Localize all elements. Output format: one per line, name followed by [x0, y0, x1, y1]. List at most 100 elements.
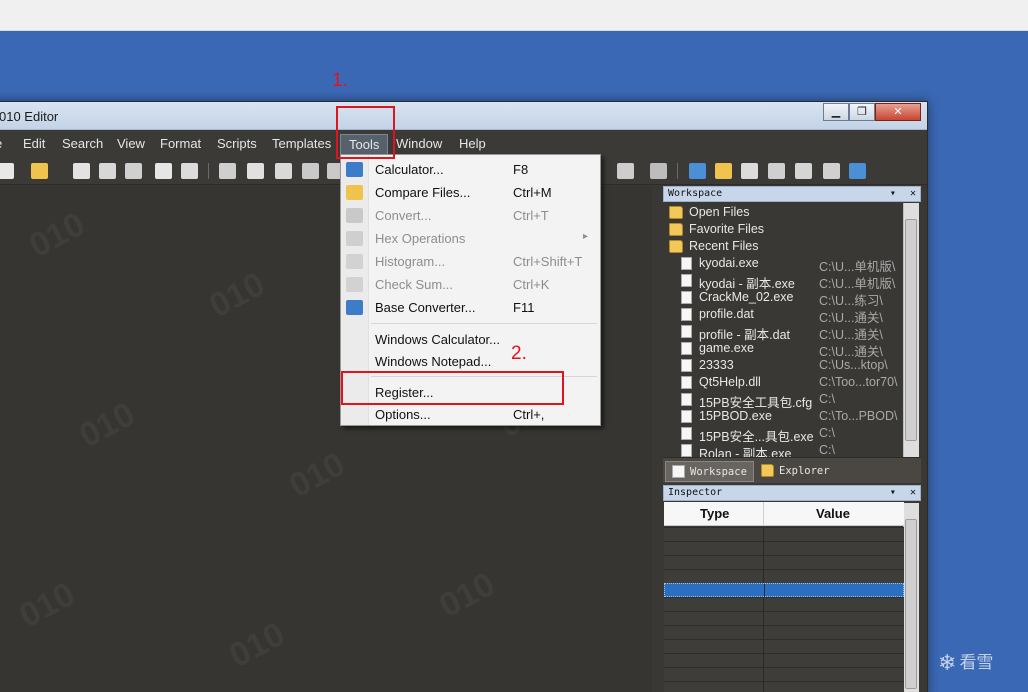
calculator-tb-icon[interactable]	[689, 163, 706, 179]
inspector-row[interactable]	[664, 625, 904, 640]
close-all-icon[interactable]	[181, 163, 198, 179]
recent-file-item[interactable]: 15PB安全工具包.cfg C:\	[665, 391, 903, 410]
recent-file-item[interactable]: kyodai - 副本.exe C:\U...单机版\	[665, 272, 903, 291]
file-icon	[681, 291, 692, 304]
inspector-row[interactable]	[664, 569, 904, 584]
chevron-down-icon[interactable]: ▾	[890, 188, 896, 199]
recent-file-item[interactable]: CrackMe_02.exe C:\U...练习\	[665, 289, 903, 308]
base-converter-tb-icon[interactable]	[849, 163, 866, 179]
menu-item-options[interactable]: Options... Ctrl+,	[341, 403, 600, 426]
save-as-icon[interactable]	[99, 163, 116, 179]
recent-file-item[interactable]: 15PB安全...具包.exe C:\	[665, 425, 903, 444]
workspace-header: Workspace ▾ ✕	[663, 186, 921, 202]
histogram-tb-icon[interactable]	[795, 163, 812, 179]
column-divider	[763, 668, 764, 682]
inspector-row[interactable]	[664, 527, 904, 542]
inspector-row[interactable]	[664, 681, 904, 692]
save-all-icon[interactable]	[125, 163, 142, 179]
convert-tb-icon[interactable]	[741, 163, 758, 179]
chevron-down-icon[interactable]: ▾	[890, 487, 896, 498]
inspector-scrollbar[interactable]	[903, 503, 919, 692]
close-button[interactable]: ✕	[875, 103, 921, 121]
paste-icon[interactable]	[275, 163, 292, 179]
recent-file-item[interactable]: 15PBOD.exe C:\To...PBOD\	[665, 408, 903, 425]
compare-tb-icon[interactable]	[715, 163, 732, 179]
workspace-scrollbar[interactable]	[903, 203, 919, 457]
menu-edit[interactable]: Edit	[23, 136, 45, 151]
tab-workspace[interactable]: Workspace	[665, 461, 754, 482]
inspector-row[interactable]	[664, 667, 904, 682]
cut-icon[interactable]	[219, 163, 236, 179]
editor-watermark: 010	[283, 444, 352, 506]
menu-search[interactable]: Search	[62, 136, 103, 151]
columns-icon[interactable]	[617, 163, 634, 179]
minimize-button[interactable]: ▁	[823, 103, 849, 121]
open-folder-icon[interactable]	[31, 163, 48, 179]
menu-item-hex-operations[interactable]: Hex Operations ▸	[341, 227, 600, 250]
recent-file-item[interactable]: kyodai.exe C:\U...单机版\	[665, 255, 903, 274]
menu-item-label: Compare Files...	[375, 185, 471, 200]
tree-group-open-files[interactable]: Open Files	[665, 204, 903, 221]
menu-item-check-sum[interactable]: Check Sum... Ctrl+K	[341, 273, 600, 296]
menu-view[interactable]: View	[117, 136, 145, 151]
menu-item-compare-files[interactable]: Compare Files... Ctrl+M	[341, 181, 600, 204]
inspector-row[interactable]	[664, 611, 904, 626]
workspace-scroll-thumb[interactable]	[905, 219, 917, 441]
menu-item-calculator[interactable]: Calculator... F8	[341, 158, 600, 181]
inspector-scroll-thumb[interactable]	[905, 519, 917, 689]
close-icon[interactable]: ✕	[910, 487, 916, 498]
recent-file-item[interactable]: 23333 C:\Us...ktop\	[665, 357, 903, 374]
tab-label: Workspace	[690, 466, 747, 478]
recent-file-item[interactable]: profile - 副本.dat C:\U...通关\	[665, 323, 903, 342]
window-controls: ▁ ❐ ✕	[823, 103, 921, 121]
workspace-pane-buttons: ▾ ✕	[890, 187, 916, 201]
toolbar-separator	[677, 163, 678, 179]
menu-file[interactable]: e	[0, 136, 2, 151]
menu-item-histogram[interactable]: Histogram... Ctrl+Shift+T	[341, 250, 600, 273]
tree-group-favorite-files[interactable]: Favorite Files	[665, 221, 903, 238]
menu-item-windows-notepad[interactable]: Windows Notepad...	[341, 350, 600, 373]
menu-item-convert[interactable]: Convert... Ctrl+T	[341, 204, 600, 227]
tree-group-recent-files[interactable]: Recent Files	[665, 238, 903, 255]
close-file-icon[interactable]	[155, 163, 172, 179]
undo-icon[interactable]	[302, 163, 319, 179]
title-bar[interactable]: 010 Editor ▁ ❐ ✕	[0, 102, 927, 130]
close-icon[interactable]: ✕	[910, 188, 916, 199]
inspector-row[interactable]	[664, 639, 904, 654]
file-icon	[681, 359, 692, 372]
menu-item-windows-calculator[interactable]: Windows Calculator...	[341, 328, 600, 351]
inspector-row[interactable]	[664, 583, 904, 598]
column-header-type[interactable]: Type	[700, 506, 729, 521]
restore-button[interactable]: ❐	[849, 103, 875, 121]
column-header-value[interactable]: Value	[816, 506, 850, 521]
hex-ops-tb-icon[interactable]	[768, 163, 785, 179]
save-icon[interactable]	[73, 163, 90, 179]
checksum-tb-icon[interactable]	[823, 163, 840, 179]
recent-file-item[interactable]: Qt5Help.dll C:\Too...tor70\	[665, 374, 903, 391]
compare-icon	[346, 185, 363, 200]
binary-view-icon[interactable]	[650, 163, 667, 179]
menu-format[interactable]: Format	[160, 136, 201, 151]
folder-icon	[669, 206, 683, 219]
menu-window[interactable]: Window	[396, 136, 442, 151]
editor-watermark: 010	[13, 574, 82, 636]
recent-file-name: profile.dat	[699, 307, 754, 321]
inspector-row[interactable]	[664, 597, 904, 612]
recent-file-item[interactable]: profile.dat C:\U...通关\	[665, 306, 903, 325]
recent-file-path: C:\Us...ktop\	[819, 358, 888, 372]
menu-item-label: Calculator...	[375, 162, 444, 177]
menu-scripts[interactable]: Scripts	[217, 136, 257, 151]
new-file-icon[interactable]	[0, 163, 14, 179]
menu-templates[interactable]: Templates	[272, 136, 331, 151]
inspector-row[interactable]	[664, 555, 904, 570]
inspector-row[interactable]	[664, 653, 904, 668]
tab-explorer[interactable]: Explorer	[755, 461, 836, 482]
toolbar-separator	[208, 163, 209, 179]
recent-file-item[interactable]: game.exe C:\U...通关\	[665, 340, 903, 359]
menu-item-base-converter[interactable]: Base Converter... F11	[341, 296, 600, 319]
editor-watermark: 010	[73, 394, 142, 456]
menu-help[interactable]: Help	[459, 136, 486, 151]
inspector-row[interactable]	[664, 541, 904, 556]
menu-item-shortcut: Ctrl+T	[513, 208, 549, 223]
copy-icon[interactable]	[247, 163, 264, 179]
